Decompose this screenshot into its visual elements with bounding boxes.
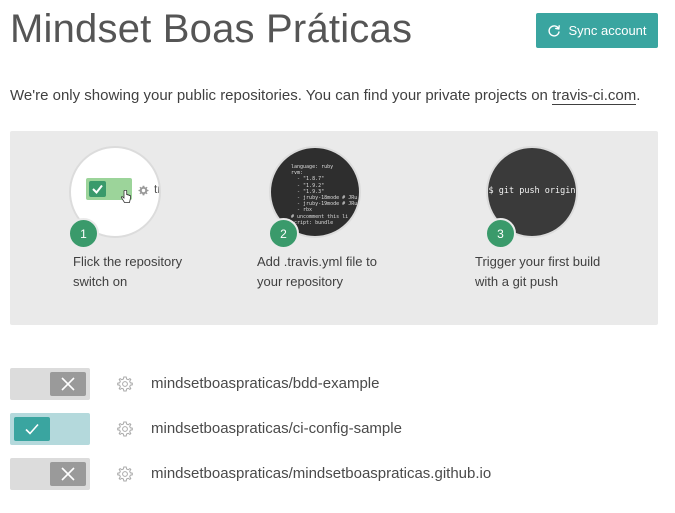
repository-toggle[interactable] xyxy=(10,368,90,400)
mini-toggle-switch xyxy=(86,178,132,203)
repository-toggle[interactable] xyxy=(10,413,90,445)
toggle-knob xyxy=(50,462,86,486)
repository-row: mindsetboaspraticas/mindsetboaspraticas.… xyxy=(10,458,630,490)
repository-row: mindsetboaspraticas/bdd-example xyxy=(10,368,630,400)
sync-icon xyxy=(547,24,561,38)
gear-icon[interactable] xyxy=(117,376,133,392)
toggle-knob xyxy=(14,417,50,441)
step-2-badge: 2 xyxy=(268,218,299,249)
git-push-command: $ git push origin xyxy=(488,186,576,196)
check-icon xyxy=(89,181,106,197)
close-icon xyxy=(61,377,75,391)
sync-account-button[interactable]: Sync account xyxy=(536,13,658,48)
check-icon xyxy=(25,423,39,435)
gear-icon[interactable] xyxy=(117,421,133,437)
step-3-badge: 3 xyxy=(485,218,516,249)
travis-yml-preview: language: ruby rvm: - "1.8.7" - "1.9.2" … xyxy=(291,164,358,226)
public-repos-notice: We're only showing your public repositor… xyxy=(10,87,641,105)
gear-icon[interactable] xyxy=(117,466,133,482)
toggle-knob xyxy=(50,372,86,396)
getting-started-panel: tra language: ruby rvm: - "1.8.7" - "1.9… xyxy=(10,131,658,325)
cursor-hand-icon xyxy=(120,190,131,203)
step-1-badge: 1 xyxy=(68,218,99,249)
step-2-text: Add .travis.yml file to your repository xyxy=(257,254,377,289)
repository-name-link[interactable]: mindsetboaspraticas/bdd-example xyxy=(151,375,379,392)
repository-name-link[interactable]: mindsetboaspraticas/ci-config-sample xyxy=(151,420,402,437)
repository-row: mindsetboaspraticas/ci-config-sample xyxy=(10,413,630,445)
page-title: Mindset Boas Práticas xyxy=(10,7,413,51)
repository-name-link[interactable]: mindsetboaspraticas/mindsetboaspraticas.… xyxy=(151,465,491,482)
gear-icon xyxy=(138,185,149,196)
repository-toggle[interactable] xyxy=(10,458,90,490)
travis-ci-com-link[interactable]: travis-ci.com xyxy=(552,87,637,105)
notice-text: We're only showing your public repositor… xyxy=(10,87,553,104)
preview-repo-label: tra xyxy=(154,182,161,196)
step-3-text: Trigger your first build with a git push xyxy=(475,254,601,289)
step-1-text: Flick the repository switch on xyxy=(73,254,183,289)
close-icon xyxy=(61,467,75,481)
notice-suffix: . xyxy=(636,87,641,104)
sync-account-label: Sync account xyxy=(568,23,647,38)
